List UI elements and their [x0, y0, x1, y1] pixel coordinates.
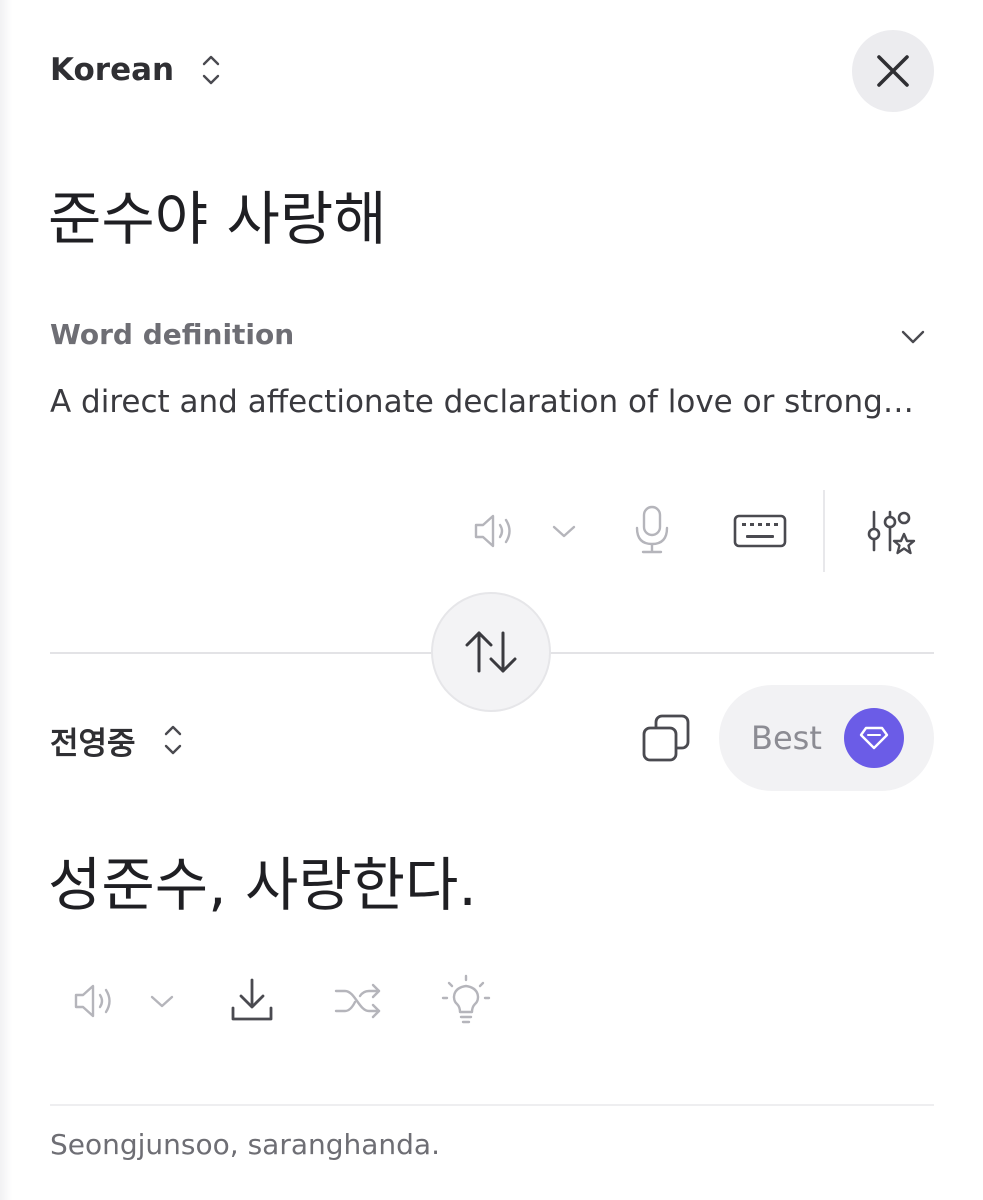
- download-icon: [231, 978, 273, 1021]
- swap-languages-button[interactable]: [431, 592, 551, 712]
- microphone-icon: [635, 505, 669, 554]
- lightbulb-icon: [441, 974, 491, 1024]
- source-language-label: Korean: [50, 52, 175, 88]
- copy-icon: [642, 714, 690, 762]
- download-button[interactable]: [226, 974, 278, 1026]
- romanization-text: Seongjunsoo, saranghanda.: [50, 1128, 440, 1161]
- source-voice-options-button[interactable]: [548, 516, 580, 546]
- close-icon: [877, 55, 909, 87]
- left-edge-shadow: [0, 0, 12, 1200]
- chevron-down-icon[interactable]: [898, 322, 928, 352]
- speaker-icon: [474, 514, 511, 548]
- source-text[interactable]: 준수야 사랑해: [48, 172, 387, 256]
- speaker-icon: [74, 984, 111, 1018]
- swap-arrows-icon: [465, 631, 517, 673]
- source-speak-button[interactable]: [466, 508, 522, 554]
- suggestion-button[interactable]: [440, 974, 492, 1028]
- shuffle-button[interactable]: [332, 978, 386, 1024]
- target-speak-button[interactable]: [66, 978, 122, 1024]
- word-definition-text: A direct and affectionate declaration of…: [50, 384, 914, 420]
- quality-mode-label: Best: [751, 719, 822, 757]
- source-language-selector[interactable]: Korean: [50, 48, 222, 92]
- chevron-up-down-icon: [202, 55, 220, 85]
- microphone-button[interactable]: [630, 504, 674, 556]
- copy-button[interactable]: [638, 710, 694, 766]
- keyboard-button[interactable]: [732, 512, 788, 550]
- shuffle-icon: [334, 983, 381, 1019]
- target-voice-options-button[interactable]: [146, 986, 178, 1016]
- chevron-down-icon: [150, 995, 174, 1008]
- chevron-down-icon: [552, 525, 576, 538]
- target-language-selector[interactable]: 전영중: [50, 718, 184, 762]
- close-button[interactable]: [852, 30, 934, 112]
- target-language-label: 전영중: [50, 725, 136, 762]
- toolbar-separator: [823, 490, 825, 572]
- word-definition-header: Word definition: [50, 318, 295, 351]
- sliders-star-icon: [867, 510, 916, 555]
- keyboard-icon: [733, 514, 787, 548]
- quality-mode-button[interactable]: Best: [719, 685, 934, 791]
- preferences-button[interactable]: [864, 506, 918, 560]
- gem-badge: [843, 708, 904, 768]
- diamond-icon: [859, 726, 889, 750]
- romanization-divider: [50, 1104, 934, 1106]
- chevron-up-down-icon: [164, 725, 181, 755]
- translated-text[interactable]: 성준수, 사랑한다.: [48, 838, 477, 922]
